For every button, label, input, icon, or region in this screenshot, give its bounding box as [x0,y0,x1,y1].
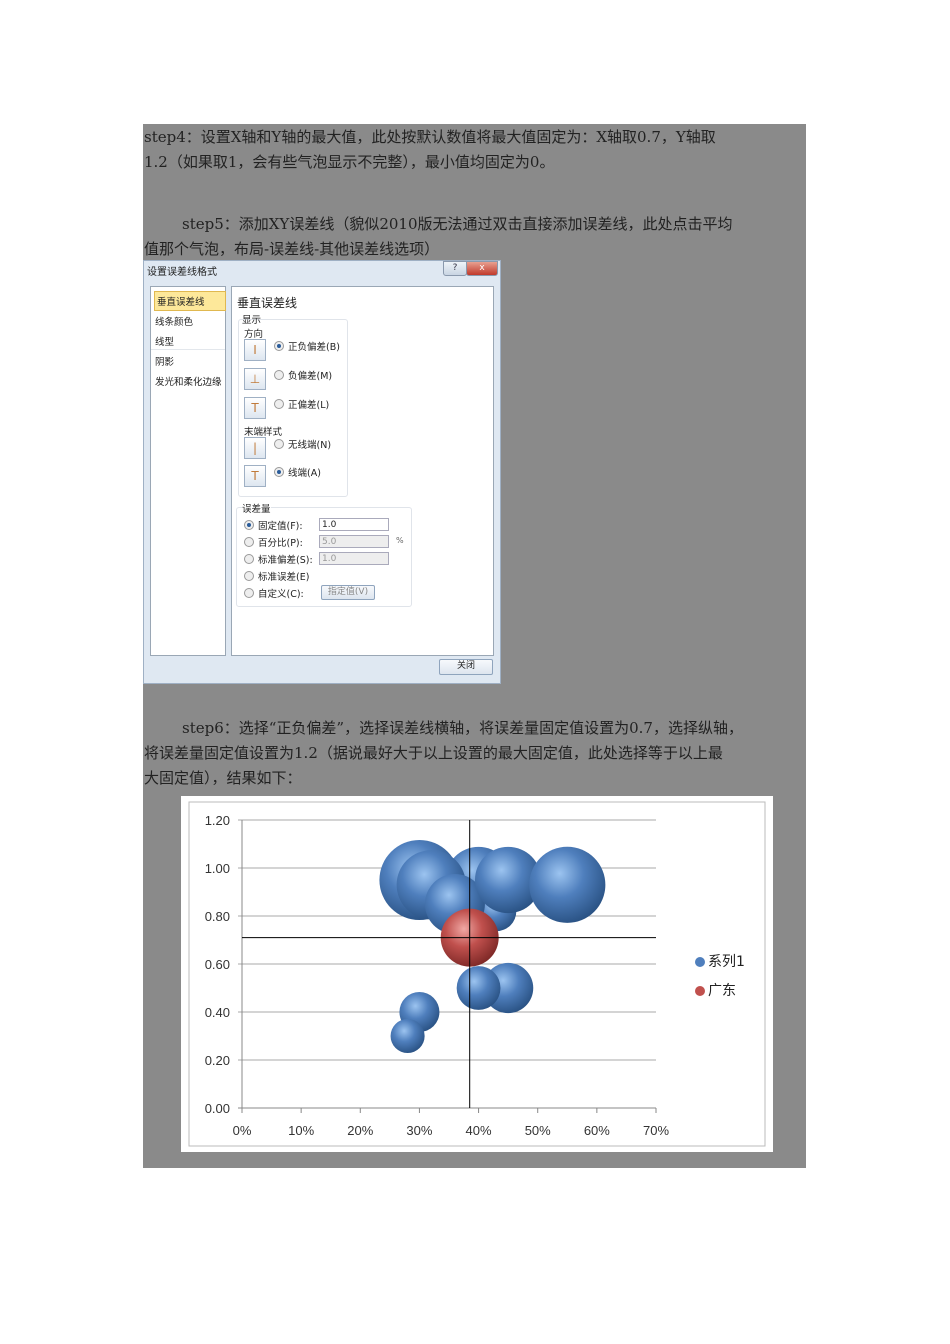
step6-line2: 将误差量固定值设置为1.2（据说最好大于以上设置的最大固定值，此处选择等于以上最 [144,744,723,762]
stddev-input[interactable]: 1.0 [319,552,389,565]
pane-heading: 垂直误差线 [237,296,298,310]
legend-label: 系列1 [708,954,745,970]
radio-custom[interactable] [244,588,254,598]
bubble-chart: 0.00 0.20 0.40 0.60 0.80 1.00 1.20 0% 10% 20% 30% 4… [181,796,773,1152]
bubble-series1 [390,1018,425,1054]
label-no-cap: 无线端(N) [288,440,332,451]
endstyle-label: 末端样式 [244,427,283,438]
y-tick-label: 0.80 [205,909,230,924]
x-tick-label: 0% [233,1123,252,1138]
both-direction-icon: I [244,339,266,361]
radio-cap[interactable] [274,467,284,477]
plus-direction-icon: T [244,397,266,419]
y-tick-label: 1.20 [205,813,230,828]
dialog-title: 设置误差线格式 [147,267,217,278]
close-x-button[interactable]: x [466,261,498,276]
settings-pane: 垂直误差线 显示 方向 I 正负偏差(B) ⊥ 负偏差(M) T 正偏差(L) … [231,286,494,656]
radio-minus[interactable] [274,370,284,380]
help-button[interactable]: ? [443,261,467,276]
percent-unit: % [396,536,404,545]
specify-value-button[interactable]: 指定值(V) [321,585,375,600]
y-tick-label: 0.40 [205,1005,230,1020]
label-plus: 正偏差(L) [288,400,330,411]
nav-shadow[interactable]: 阴影 [155,354,174,368]
step6-line1: step6：选择“正负偏差”，选择误差线横轴，将误差量固定值设置为0.7，选择纵… [182,719,743,737]
legend-label: 广东 [708,983,736,999]
x-tick-label: 10% [288,1123,314,1138]
radio-fixed[interactable] [244,520,254,530]
x-tick-label: 40% [466,1123,492,1138]
radio-stderr[interactable] [244,571,254,581]
y-tick-label: 0.60 [205,957,230,972]
step5-line2: 值那个气泡，布局-误差线-其他误差线选项） [144,240,440,258]
label-fixed: 固定值(F): [258,521,303,532]
cap-icon: T [244,465,266,487]
y-tick-label: 0.20 [205,1053,230,1068]
legend-marker-red [695,986,705,996]
label-percent: 百分比(P): [258,538,303,549]
display-label: 显示 [242,315,262,326]
nav-glow-soft-edges[interactable]: 发光和柔化边缘 [155,374,222,388]
no-cap-icon: | [244,437,266,459]
amount-label: 误差量 [242,501,271,515]
chart-svg: 0.00 0.20 0.40 0.60 0.80 1.00 1.20 0% 10% 20% 30% 4… [188,801,766,1147]
x-tick-label: 30% [406,1123,432,1138]
label-stddev: 标准偏差(S): [258,555,313,566]
radio-both[interactable] [274,341,284,351]
bubble-series1 [529,846,606,923]
format-error-bars-dialog: 设置误差线格式 ? x 垂直误差线 线条颜色 线型 阴影 发光和柔化边缘 垂直误… [143,260,501,684]
radio-plus[interactable] [274,399,284,409]
nav-divider [151,349,225,350]
label-custom: 自定义(C): [258,589,304,600]
x-tick-label: 60% [584,1123,610,1138]
radio-percent[interactable] [244,537,254,547]
label-stderr: 标准误差(E) [258,572,310,583]
step6-line3: 大固定值），结果如下： [144,769,302,787]
x-tick-label: 50% [525,1123,551,1138]
nav-pane: 垂直误差线 线条颜色 线型 阴影 发光和柔化边缘 [150,286,226,656]
step4-line2: 1.2（如果取1，会有些气泡显示不完整），最小值均固定为0。 [144,153,555,171]
radio-stddev[interactable] [244,554,254,564]
close-button[interactable]: 关闭 [439,659,493,675]
step4-line1: step4：设置X轴和Y轴的最大值，此处按默认数值将最大值固定为：X轴取0.7，… [144,128,716,146]
label-cap: 线端(A) [288,468,321,479]
step5-line1: step5：添加XY误差线（貌似2010版无法通过双击直接添加误差线，此处点击平… [182,215,733,233]
y-tick-label: 1.00 [205,861,230,876]
legend-item-series1: 系列1 [695,951,745,971]
legend-item-guangdong: 广东 [695,980,736,1000]
percent-input[interactable]: 5.0 [319,535,389,548]
bubble-series1 [456,966,501,1010]
x-tick-label: 20% [347,1123,373,1138]
nav-vertical-error-bars[interactable]: 垂直误差线 [154,291,226,311]
direction-label: 方向 [244,329,264,340]
label-both: 正负偏差(B) [288,342,340,353]
document-page: step4：设置X轴和Y轴的最大值，此处按默认数值将最大值固定为：X轴取0.7，… [0,0,950,1344]
radio-no-cap[interactable] [274,439,284,449]
y-tick-label: 0.00 [205,1101,230,1116]
fixed-value-input[interactable]: 1.0 [319,518,389,531]
nav-line-color[interactable]: 线条颜色 [155,314,193,328]
minus-direction-icon: ⊥ [244,368,266,390]
label-minus: 负偏差(M) [288,371,333,382]
x-tick-label: 70% [643,1123,669,1138]
legend-marker-blue [695,957,705,967]
nav-line-style[interactable]: 线型 [155,334,174,348]
